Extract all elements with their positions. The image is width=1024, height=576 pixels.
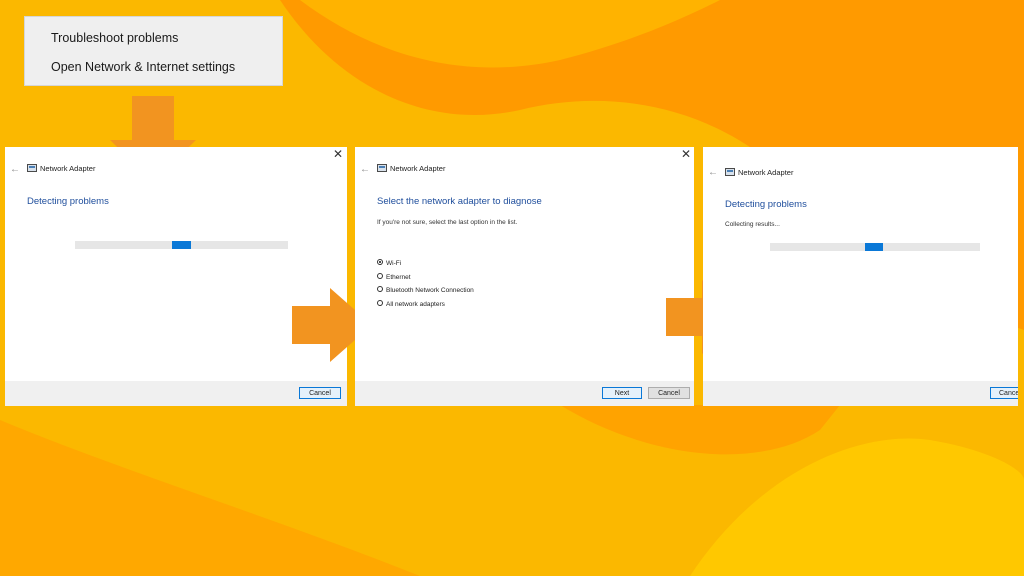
dialog-heading: Detecting problems xyxy=(725,199,807,210)
radio-label: Wi-Fi xyxy=(386,260,402,267)
radio-label: All network adapters xyxy=(386,301,445,308)
radio-icon xyxy=(377,286,383,293)
window-title: Network Adapter xyxy=(738,168,794,177)
radio-option-all-adapters[interactable]: All network adapters xyxy=(377,300,445,308)
progress-fill xyxy=(865,243,883,251)
next-button[interactable]: Next xyxy=(602,387,642,399)
window-title: Network Adapter xyxy=(40,164,96,173)
network-adapter-icon xyxy=(377,164,387,172)
dialog-subtext: Collecting results... xyxy=(725,221,780,228)
dialog-footer: Next Cancel xyxy=(355,381,694,406)
radio-icon xyxy=(377,273,383,280)
back-arrow-icon[interactable]: ← xyxy=(10,164,20,175)
dialog-collecting-results: ← Network Adapter Detecting problems Col… xyxy=(703,147,1018,406)
network-adapter-icon xyxy=(27,164,37,172)
back-arrow-icon[interactable]: ← xyxy=(708,167,718,178)
close-icon[interactable]: ✕ xyxy=(333,148,343,160)
cancel-button[interactable]: Cancel xyxy=(299,387,341,399)
cancel-button[interactable]: Cance xyxy=(990,387,1018,399)
dialog-select-adapter: ✕ ← Network Adapter Select the network a… xyxy=(355,147,694,406)
window-title: Network Adapter xyxy=(390,164,446,173)
radio-label: Ethernet xyxy=(386,274,411,281)
radio-option-bluetooth[interactable]: Bluetooth Network Connection xyxy=(377,286,474,294)
dialog-subtext: If you're not sure, select the last opti… xyxy=(377,219,518,226)
progress-fill xyxy=(172,241,191,249)
dialog-heading: Select the network adapter to diagnose xyxy=(377,196,542,207)
network-adapter-icon xyxy=(725,168,735,176)
radio-icon xyxy=(377,300,383,307)
cancel-button[interactable]: Cancel xyxy=(648,387,690,399)
progress-bar xyxy=(75,241,288,249)
dialog-detecting-problems: ✕ ← Network Adapter Detecting problems C… xyxy=(5,147,347,406)
radio-option-ethernet[interactable]: Ethernet xyxy=(377,273,411,281)
dialog-footer: Cance xyxy=(703,381,1018,406)
menu-item-open-network-settings[interactable]: Open Network & Internet settings xyxy=(51,60,235,74)
close-icon[interactable]: ✕ xyxy=(681,148,691,160)
radio-label: Bluetooth Network Connection xyxy=(386,287,474,294)
progress-bar xyxy=(770,243,980,251)
dialog-footer: Cancel xyxy=(5,381,347,406)
radio-icon xyxy=(377,259,383,266)
dialog-heading: Detecting problems xyxy=(27,196,109,207)
back-arrow-icon[interactable]: ← xyxy=(360,164,370,175)
radio-option-wifi[interactable]: Wi-Fi xyxy=(377,259,402,267)
menu-item-troubleshoot-problems[interactable]: Troubleshoot problems xyxy=(51,31,178,45)
context-menu: Troubleshoot problems Open Network & Int… xyxy=(24,16,283,86)
